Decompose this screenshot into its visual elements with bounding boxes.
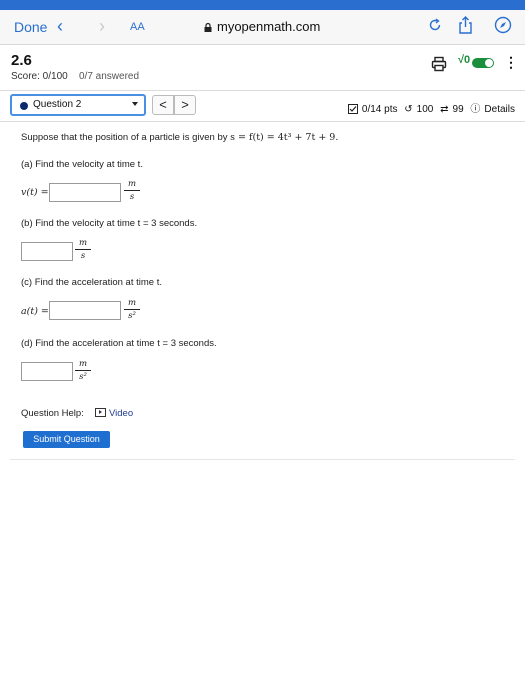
reload-icon[interactable] <box>428 18 442 32</box>
status-bar <box>0 0 525 10</box>
part-a-prompt: (a) Find the velocity at time t. <box>21 159 143 170</box>
lock-icon <box>204 23 212 32</box>
acceleration-at-3s-input[interactable] <box>21 362 73 381</box>
unit-denominator: s² <box>128 311 136 321</box>
unit-numerator: m <box>78 359 88 369</box>
velocity-function-input[interactable] <box>49 183 121 202</box>
unit-denominator: s² <box>79 372 87 382</box>
previous-question-button[interactable]: < <box>152 95 174 115</box>
text-size-button[interactable]: AA <box>130 21 145 33</box>
question-status-dot <box>20 102 28 110</box>
print-icon[interactable] <box>431 56 447 72</box>
acceleration-at-3s-unit: m s² <box>75 359 91 382</box>
acceleration-unit: m s² <box>124 298 140 321</box>
details-link[interactable]: Details <box>484 104 515 115</box>
velocity-at-3s-unit: ms <box>75 238 91 261</box>
video-link-label: Video <box>109 408 134 419</box>
checkbox-icon <box>347 104 358 114</box>
velocity-unit: ms <box>124 179 140 202</box>
math-entry-toggle[interactable] <box>472 58 494 68</box>
regen-icon: ⇄ <box>440 104 449 115</box>
retries-count: 100 <box>416 104 434 115</box>
velocity-at-3s-input[interactable] <box>21 242 73 261</box>
content-divider <box>10 459 515 460</box>
video-help-link[interactable]: Video <box>95 408 133 419</box>
acceleration-function-input[interactable] <box>49 301 121 320</box>
assessment-header: 2.6 Score: 0/100 0/7 answered √0 ⋮ <box>0 44 525 90</box>
regens-count: 99 <box>452 104 464 115</box>
next-question-button[interactable]: > <box>174 95 196 115</box>
score-text: Score: 0/100 <box>11 71 68 82</box>
points-text: 0/14 pts <box>361 104 398 115</box>
info-icon[interactable]: ⓘ <box>470 104 480 115</box>
back-chevron-icon[interactable]: ‹ <box>57 16 63 37</box>
submit-question-button[interactable]: Submit Question <box>23 431 110 448</box>
answered-count: 0/7 answered <box>79 71 140 82</box>
position-equation: s = f(t) = 4t³ + 7t + 9. <box>230 132 339 143</box>
question-navigation-bar: Question 2 < > 0/14 pts ↺ 100 ⇄ 99 ⓘ Detail… <box>0 90 525 122</box>
page-title: 2.6 <box>11 52 32 69</box>
unit-numerator: m <box>127 298 137 308</box>
dropdown-caret-icon <box>132 102 138 106</box>
unit-numerator: m <box>127 179 137 189</box>
compass-icon[interactable] <box>494 16 512 34</box>
share-icon[interactable] <box>458 16 473 34</box>
browser-toolbar: Done ‹ › AA myopenmath.com <box>0 10 525 45</box>
unit-numerator: m <box>78 238 88 248</box>
part-b-prompt: (b) Find the velocity at time t = 3 seco… <box>21 218 198 229</box>
math-entry-icon[interactable]: √0 <box>458 54 470 66</box>
question-stats: 0/14 pts ↺ 100 ⇄ 99 ⓘ Details <box>347 100 515 115</box>
question-select-label: Question 2 <box>33 99 82 110</box>
velocity-label: v(t) = <box>21 187 49 198</box>
more-menu-icon[interactable]: ⋮ <box>504 54 518 71</box>
question-intro: Suppose that the position of a particle … <box>21 132 338 143</box>
done-button[interactable]: Done <box>14 19 47 35</box>
question-intro-text: Suppose that the position of a particle … <box>21 132 228 143</box>
part-d-prompt: (d) Find the acceleration at time t = 3 … <box>21 338 217 349</box>
question-help-label: Question Help: <box>21 408 84 419</box>
video-icon <box>95 408 106 417</box>
url-text: myopenmath.com <box>217 19 321 34</box>
address-bar[interactable]: myopenmath.com <box>204 19 320 34</box>
retry-icon: ↺ <box>404 104 413 115</box>
part-c-prompt: (c) Find the acceleration at time t. <box>21 277 162 288</box>
unit-denominator: s <box>129 192 135 202</box>
question-select[interactable]: Question 2 <box>10 94 146 116</box>
unit-denominator: s <box>80 251 86 261</box>
acceleration-label: a(t) = <box>21 306 49 317</box>
forward-chevron-icon[interactable]: › <box>99 16 105 37</box>
